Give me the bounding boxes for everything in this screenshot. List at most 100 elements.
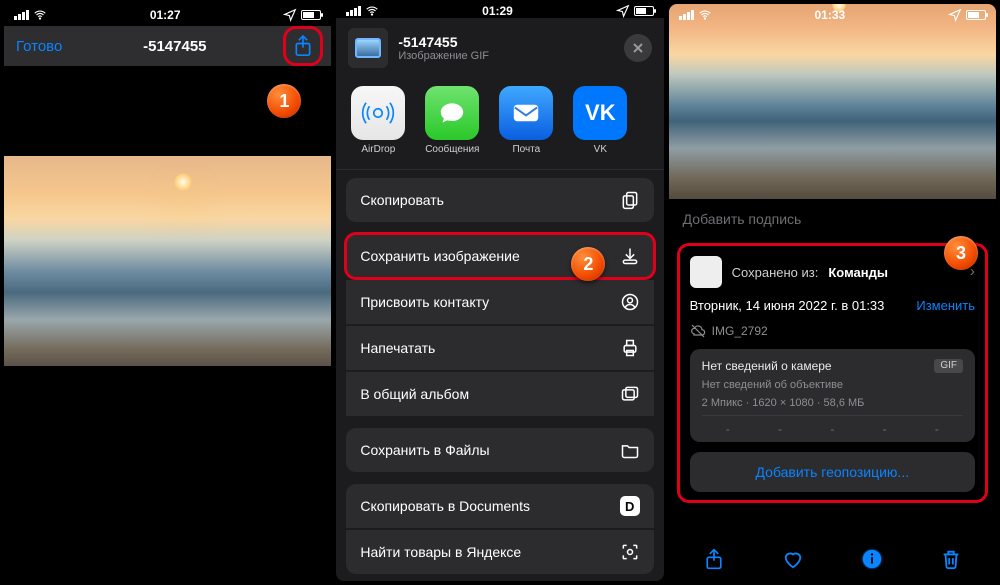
info-icon xyxy=(861,548,883,570)
action-label: В общий альбом xyxy=(360,386,469,402)
app-vk[interactable]: VK VK xyxy=(570,86,630,155)
app-label: Почта xyxy=(512,144,540,155)
app-messages[interactable]: Сообщения xyxy=(422,86,482,155)
battery-icon xyxy=(301,10,321,20)
wifi-icon xyxy=(33,8,47,22)
action-label: Сохранить изображение xyxy=(360,248,519,264)
screen-2-share-sheet: 01:29 -5147455 Изображение GIF xyxy=(336,4,663,581)
messages-icon xyxy=(425,86,479,140)
action-yandex-search[interactable]: Найти товары в Яндексе xyxy=(346,530,653,574)
share-header: -5147455 Изображение GIF xyxy=(336,18,663,78)
status-bar: 01:27 xyxy=(4,4,331,26)
location-icon xyxy=(616,4,630,18)
copy-icon xyxy=(620,190,640,210)
action-copy-documents[interactable]: Скопировать в Documents D xyxy=(346,484,653,528)
filename: IMG_2792 xyxy=(712,324,768,338)
battery-icon xyxy=(634,6,654,16)
status-bar: 01:33 xyxy=(669,4,996,26)
info-button[interactable] xyxy=(858,545,886,573)
vk-icon: VK xyxy=(573,86,627,140)
exif-dash-row: - - - - - xyxy=(702,415,963,436)
done-button[interactable]: Готово xyxy=(16,38,62,55)
action-print[interactable]: Напечатать xyxy=(346,326,653,370)
action-save-image[interactable]: Сохранить изображение xyxy=(346,234,653,278)
status-time: 01:29 xyxy=(482,4,513,18)
share-sheet: -5147455 Изображение GIF AirDrop xyxy=(336,18,663,581)
trash-icon xyxy=(940,548,962,570)
folder-icon xyxy=(620,440,640,460)
cellular-icon xyxy=(679,10,694,20)
info-panel: Сохранено из: Команды › Вторник, 14 июня… xyxy=(677,243,988,503)
contact-icon xyxy=(620,292,640,312)
caption-field[interactable]: Добавить подпись xyxy=(669,199,996,239)
favorite-button[interactable] xyxy=(779,545,807,573)
app-mail[interactable]: Почта xyxy=(496,86,556,155)
share-subtitle: Изображение GIF xyxy=(398,50,489,62)
action-label: Скопировать в Documents xyxy=(360,498,530,514)
status-bar: 01:29 xyxy=(336,4,663,18)
share-button[interactable] xyxy=(287,30,319,62)
action-copy[interactable]: Скопировать xyxy=(346,178,653,222)
action-label: Напечатать xyxy=(360,340,435,356)
action-list: Скопировать Сохранить изображение Присво… xyxy=(336,170,663,581)
share-icon xyxy=(703,548,725,570)
app-label: AirDrop xyxy=(361,144,395,155)
action-label: Присвоить контакту xyxy=(360,294,489,310)
scan-icon xyxy=(620,542,640,562)
mail-icon xyxy=(499,86,553,140)
add-location-button[interactable]: Добавить геопозицию... xyxy=(690,452,975,492)
share-button[interactable] xyxy=(700,545,728,573)
source-app-icon xyxy=(690,256,722,288)
saved-from-row[interactable]: Сохранено из: Команды › xyxy=(690,256,975,288)
app-label: Сообщения xyxy=(425,144,479,155)
action-label: Сохранить в Файлы xyxy=(360,442,489,458)
preview-body xyxy=(4,66,331,581)
cellular-icon xyxy=(346,6,361,16)
app-label: VK xyxy=(594,144,607,155)
screen-3-info: 01:33 Добавить подпись Сохранено из: Ком… xyxy=(669,4,996,581)
camera-none-label: Нет сведений о камере xyxy=(702,359,832,373)
action-save-files[interactable]: Сохранить в Файлы xyxy=(346,428,653,472)
documents-app-icon: D xyxy=(620,496,640,516)
file-title: -5147455 xyxy=(143,38,206,55)
preview-image[interactable] xyxy=(4,156,331,366)
heart-icon xyxy=(782,548,804,570)
status-time: 01:33 xyxy=(814,8,845,22)
camera-info-card: Нет сведений о камере GIF Нет сведений о… xyxy=(690,349,975,442)
photo-preview[interactable] xyxy=(669,4,996,199)
file-specs: 2 Мпикс · 1620 × 1080 · 58,6 МБ xyxy=(702,397,963,409)
battery-icon xyxy=(966,10,986,20)
format-chip: GIF xyxy=(934,359,963,373)
location-icon xyxy=(283,8,297,22)
action-label: Найти товары в Яндексе xyxy=(360,544,521,560)
action-label: Скопировать xyxy=(360,192,444,208)
saved-from-prefix: Сохранено из: xyxy=(732,265,819,280)
file-thumbnail xyxy=(348,28,388,68)
lens-none-label: Нет сведений об объективе xyxy=(702,379,963,391)
share-apps-row: AirDrop Сообщения Почта VK VK xyxy=(336,78,663,170)
wifi-icon xyxy=(365,4,379,18)
cellular-icon xyxy=(14,10,29,20)
saved-from-app: Команды xyxy=(828,265,888,280)
close-icon xyxy=(632,42,644,54)
airdrop-icon xyxy=(351,86,405,140)
shared-album-icon xyxy=(620,384,640,404)
preview-header: Готово -5147455 xyxy=(4,26,331,66)
edit-button[interactable]: Изменить xyxy=(916,298,975,313)
photo-date: Вторник, 14 июня 2022 г. в 01:33 xyxy=(690,298,885,313)
screen-1-preview: 01:27 Готово -5147455 1 xyxy=(4,4,331,581)
step-badge-3: 3 xyxy=(944,236,978,270)
share-title: -5147455 xyxy=(398,34,489,50)
download-icon xyxy=(620,246,640,266)
cloud-off-icon xyxy=(690,323,706,339)
delete-button[interactable] xyxy=(937,545,965,573)
location-icon xyxy=(948,8,962,22)
share-icon xyxy=(293,35,313,57)
bottom-toolbar xyxy=(669,535,996,581)
action-shared-album[interactable]: В общий альбом xyxy=(346,372,653,416)
app-airdrop[interactable]: AirDrop xyxy=(348,86,408,155)
close-button[interactable] xyxy=(624,34,652,62)
action-assign-contact[interactable]: Присвоить контакту xyxy=(346,280,653,324)
print-icon xyxy=(620,338,640,358)
wifi-icon xyxy=(698,8,712,22)
